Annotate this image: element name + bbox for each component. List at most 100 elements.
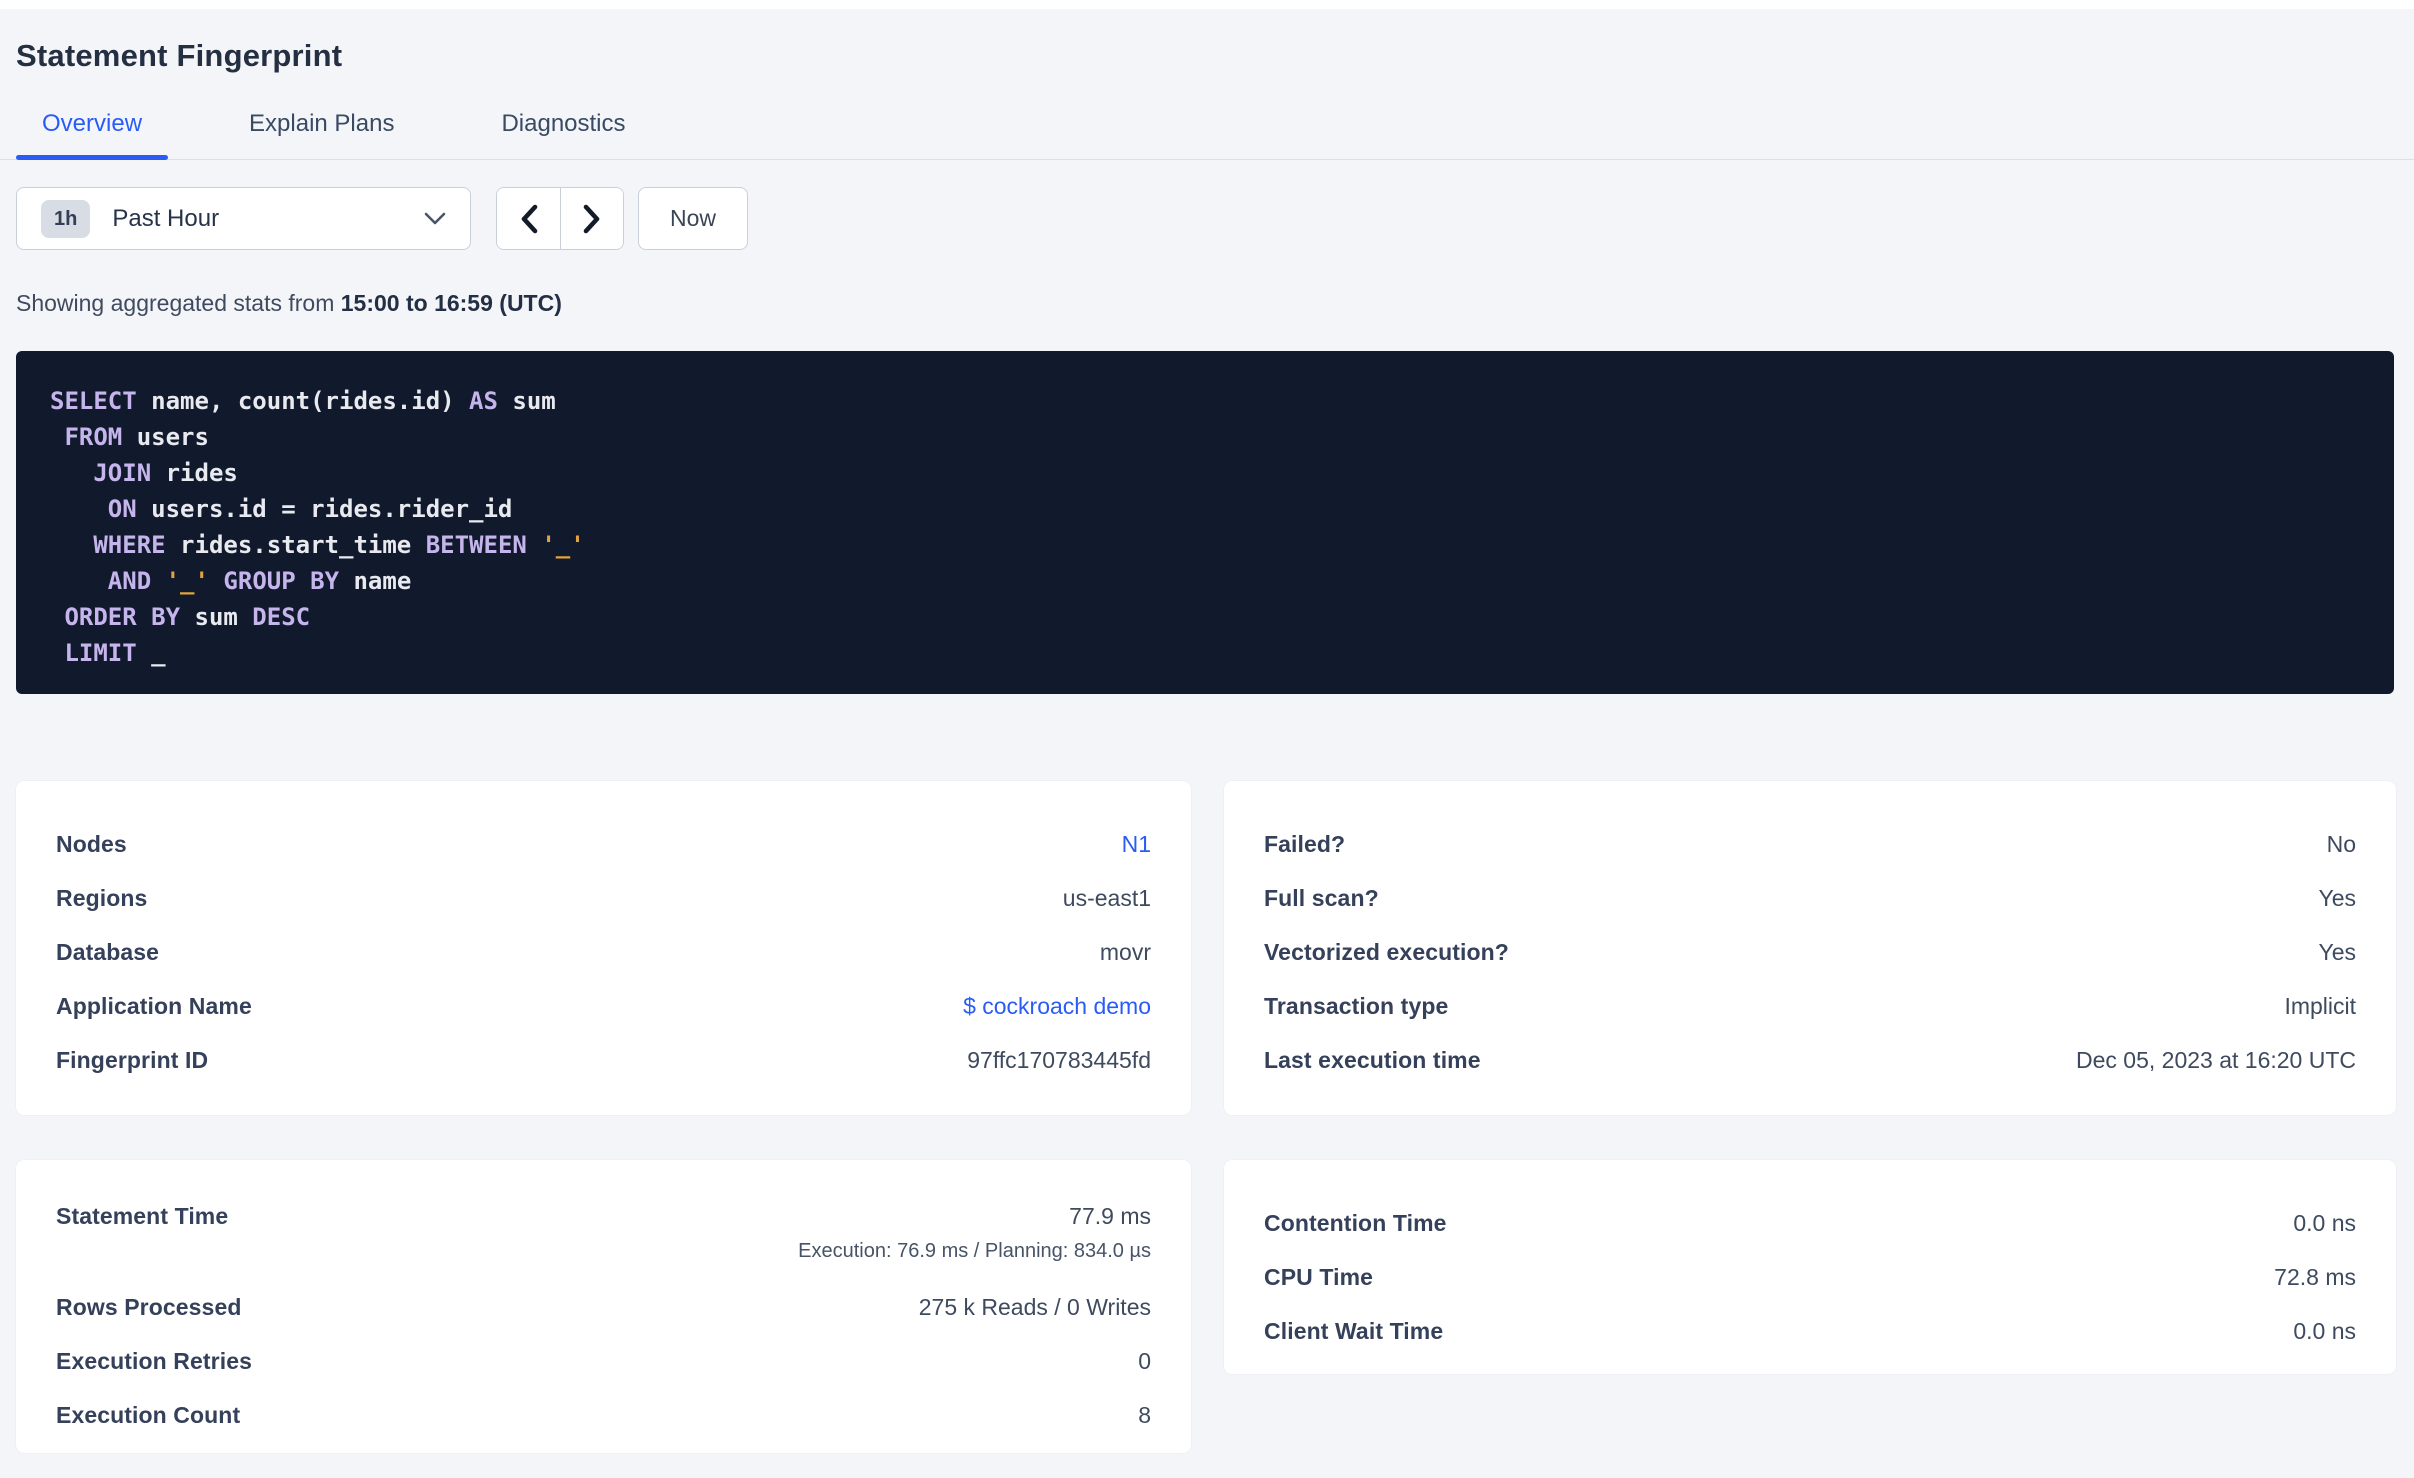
page-title: Statement Fingerprint — [16, 38, 343, 73]
tab-explain-plans[interactable]: Explain Plans — [223, 110, 420, 159]
kv-label: Full scan? — [1264, 885, 1379, 911]
kv-row: CPU Time 72.8 ms — [1264, 1250, 2356, 1304]
sql-keyword: WHERE — [93, 531, 166, 559]
kv-value-text[interactable]: $ cockroach demo — [963, 986, 1151, 1026]
kv-label: Contention Time — [1264, 1210, 1447, 1236]
kv-value: 275 k Reads / 0 Writes — [919, 1287, 1151, 1327]
kv-value-text: 0.0 ns — [2293, 1318, 2356, 1344]
sql-keyword: GROUP BY — [223, 567, 340, 595]
chevron-left-icon — [521, 204, 537, 233]
kv-value-text: 72.8 ms — [2274, 1264, 2356, 1290]
kv-row: Nodes N1 — [56, 817, 1151, 871]
sql-line: WHERE rides.start_time BETWEEN '_' — [50, 527, 2360, 563]
kv-value-text: 0.0 ns — [2293, 1210, 2356, 1236]
card-statement-details: Nodes N1 Regions us-east1 Database movr Applic… — [16, 781, 1191, 1115]
time-range-dropdown[interactable]: 1h Past Hour — [16, 187, 471, 250]
kv-label: Failed? — [1264, 831, 1346, 857]
kv-value: No — [2327, 824, 2356, 864]
chevron-right-icon — [583, 204, 600, 233]
caption-prefix: Showing aggregated stats from — [16, 290, 341, 316]
sql-placeholder: '_' — [165, 567, 209, 595]
kv-label: Rows Processed — [56, 1294, 242, 1320]
sql-keyword: BETWEEN — [425, 531, 527, 559]
kv-value: 77.9 ms Execution: 76.9 ms / Planning: 83… — [798, 1196, 1151, 1267]
sql-keyword: ON — [107, 495, 137, 523]
sql-text: rides.start_time — [165, 531, 426, 559]
sql-keyword: JOIN — [93, 459, 152, 487]
kv-value: Dec 05, 2023 at 16:20 UTC — [2076, 1040, 2356, 1080]
kv-value-text: Yes — [2318, 885, 2356, 911]
kv-label: Database — [56, 939, 160, 965]
card-statement-times: Statement Time 77.9 ms Execution: 76.9 ms … — [16, 1160, 1191, 1453]
kv-value-text[interactable]: N1 — [1122, 824, 1151, 864]
sql-keyword: SELECT — [50, 387, 137, 415]
kv-label: Execution Count — [56, 1402, 241, 1428]
kv-label: Execution Retries — [56, 1348, 252, 1374]
stats-cards-row: Statement Time 77.9 ms Execution: 76.9 ms … — [16, 1160, 2396, 1453]
kv-value-text: Dec 05, 2023 at 16:20 UTC — [2076, 1047, 2356, 1073]
kv-label: Vectorized execution? — [1264, 939, 1509, 965]
aggregated-stats-caption: Showing aggregated stats from 15:00 to 1… — [0, 290, 2414, 317]
kv-row: Rows Processed 275 k Reads / 0 Writes — [56, 1280, 1151, 1334]
tab-diagnostics[interactable]: Diagnostics — [475, 110, 651, 159]
sql-placeholder: '_' — [541, 531, 585, 559]
kv-row: Client Wait Time 0.0 ns — [1264, 1304, 2356, 1358]
kv-value-text: us-east1 — [1062, 885, 1151, 911]
sql-line: FROM users — [50, 419, 2360, 455]
kv-value-text: movr — [1099, 939, 1151, 965]
kv-row: Application Name $ cockroach demo — [56, 979, 1151, 1033]
now-button[interactable]: Now — [638, 187, 748, 250]
sql-keyword: ORDER BY — [64, 603, 181, 631]
tab-bar: Overview Explain Plans Diagnostics — [0, 110, 2414, 160]
kv-label: Last execution time — [1264, 1047, 1481, 1073]
next-interval-button[interactable] — [560, 188, 623, 249]
kv-row: Database movr — [56, 925, 1151, 979]
kv-value: Implicit — [2284, 986, 2356, 1026]
kv-row: Fingerprint ID 97ffc170783445fd — [56, 1033, 1151, 1087]
caption-time-range: 15:00 to 16:59 (UTC) — [340, 290, 562, 316]
kv-row: Execution Retries 0 — [56, 1334, 1151, 1388]
sql-line: SELECT name, count(rides.id) AS sum — [50, 383, 2360, 419]
kv-value-link[interactable]: $ cockroach demo — [963, 986, 1151, 1026]
card-wait-times: Contention Time 0.0 ns CPU Time 72.8 ms Clie… — [1224, 1160, 2396, 1374]
sql-line: ORDER BY sum DESC — [50, 599, 2360, 635]
kv-value: 72.8 ms — [2274, 1257, 2356, 1297]
kv-row: Regions us-east1 — [56, 871, 1151, 925]
kv-row: Transaction type Implicit — [1264, 979, 2356, 1033]
kv-value-subtext: Execution: 76.9 ms / Planning: 834.0 µs — [798, 1240, 1151, 1262]
kv-value: 97ffc170783445fd — [967, 1040, 1151, 1080]
kv-label: Application Name — [56, 993, 252, 1019]
previous-interval-button[interactable] — [497, 188, 560, 249]
kv-label: Regions — [56, 885, 148, 911]
sql-text: _ — [136, 639, 166, 667]
kv-value: Yes — [2318, 878, 2356, 918]
kv-row: Last execution time Dec 05, 2023 at 16:20… — [1264, 1033, 2356, 1087]
kv-label: Nodes — [56, 831, 127, 857]
tab-overview[interactable]: Overview — [16, 110, 169, 160]
kv-value-link[interactable]: N1 — [1122, 824, 1151, 864]
kv-row: Vectorized execution? Yes — [1264, 925, 2356, 979]
kv-label: Fingerprint ID — [56, 1047, 209, 1073]
kv-value-text: 0 — [1138, 1348, 1151, 1374]
sql-line: ON users.id = rides.rider_id — [50, 491, 2360, 527]
sql-text: rides — [151, 459, 238, 487]
time-controls: 1h Past Hour Now — [0, 187, 2414, 250]
kv-row: Contention Time 0.0 ns — [1264, 1196, 2356, 1250]
kv-value: 0 — [1138, 1341, 1151, 1381]
kv-value: 0.0 ns — [2293, 1311, 2356, 1351]
kv-value-text: Implicit — [2284, 993, 2356, 1019]
kv-row: Statement Time 77.9 ms Execution: 76.9 ms … — [56, 1196, 1151, 1280]
kv-row: Full scan? Yes — [1264, 871, 2356, 925]
kv-value-text: 97ffc170783445fd — [967, 1047, 1151, 1073]
sql-statement-box: SELECT name, count(rides.id) AS sum FROM… — [16, 351, 2394, 694]
time-step-buttons — [496, 187, 624, 250]
